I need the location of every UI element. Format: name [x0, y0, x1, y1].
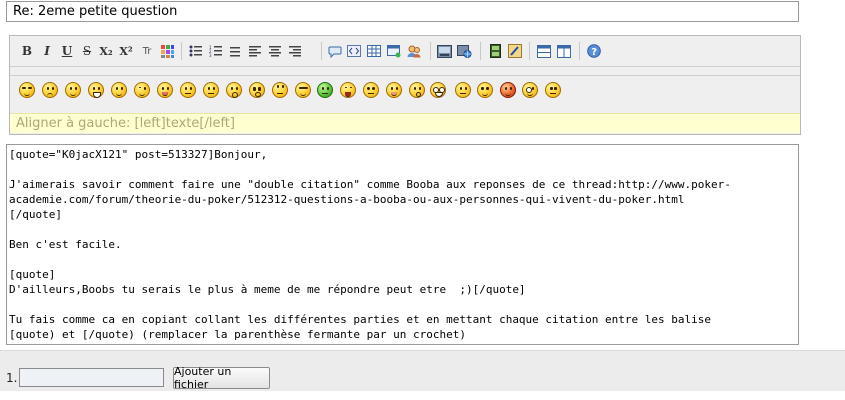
strikethrough-button[interactable]: S	[80, 42, 94, 60]
smiley-devil-icon[interactable]	[500, 82, 516, 98]
formatting-toolbar: B I U S X₂ X² Tr 123 ?	[10, 36, 800, 66]
smiley-bigeyes-icon[interactable]	[430, 82, 446, 98]
smiley-silly-icon[interactable]	[522, 82, 538, 98]
code-icon[interactable]	[347, 42, 361, 60]
users-icon[interactable]	[407, 42, 422, 60]
toolbar-separator	[579, 42, 580, 60]
attachment-bar: 1. Ajouter un fichier	[0, 350, 845, 391]
table-icon[interactable]	[367, 42, 381, 60]
bullet-list-icon[interactable]	[188, 42, 202, 60]
smiley-sad-icon[interactable]	[42, 82, 58, 98]
smiley-angry-icon[interactable]	[180, 82, 196, 98]
split-vertical-icon[interactable]	[557, 42, 571, 60]
add-file-button[interactable]: Ajouter un fichier	[173, 365, 270, 391]
italic-button[interactable]: I	[40, 42, 54, 60]
hint-bar: Aligner à gauche: [left]texte[/left]	[10, 113, 800, 133]
smiley-grin-icon[interactable]	[88, 82, 104, 98]
align-left-icon[interactable]	[248, 42, 262, 60]
teletype-button[interactable]: Tr	[140, 42, 154, 60]
smiley-blush-icon[interactable]	[386, 82, 402, 98]
bold-button[interactable]: B	[20, 42, 34, 60]
align-center-icon[interactable]	[268, 42, 282, 60]
smiley-wink-icon[interactable]	[134, 82, 150, 98]
flash-icon[interactable]	[508, 42, 522, 60]
video-icon[interactable]	[488, 42, 502, 60]
smiley-laugh-icon[interactable]	[340, 82, 356, 98]
smiley-tongue-icon[interactable]	[157, 82, 173, 98]
toolbar-divider	[10, 66, 800, 67]
smiley-blank-icon[interactable]	[363, 82, 379, 98]
subscript-button[interactable]: X₂	[99, 42, 113, 60]
quote-icon[interactable]	[328, 42, 342, 60]
superscript-button[interactable]: X²	[119, 42, 133, 60]
smiley-cross-eyed-icon[interactable]	[545, 82, 561, 98]
insert-frame-icon[interactable]	[387, 42, 401, 60]
align-right-icon[interactable]	[288, 42, 302, 60]
svg-text:?: ?	[591, 47, 597, 58]
smiley-sick-icon[interactable]	[317, 82, 333, 98]
message-textarea[interactable]: [quote="K0jacX121" post=513327]Bonjour, …	[6, 144, 799, 345]
toolbar-separator	[529, 42, 530, 60]
toolbar-separator	[181, 42, 182, 60]
subject-input[interactable]	[6, 1, 799, 22]
toolbar-separator	[321, 42, 322, 60]
smiley-dizzy-icon[interactable]	[477, 82, 493, 98]
toolbar-separator	[480, 42, 481, 60]
split-horizontal-icon[interactable]	[537, 42, 551, 60]
attachment-index: 1.	[6, 371, 18, 385]
smiley-smile-icon[interactable]	[65, 82, 81, 98]
smiley-confused-icon[interactable]	[203, 82, 219, 98]
smiley-neutral-icon[interactable]	[455, 82, 471, 98]
smiley-oh-icon[interactable]	[409, 82, 425, 98]
color-grid-icon[interactable]	[160, 42, 174, 60]
help-icon[interactable]: ?	[587, 42, 601, 60]
smiley-sunglasses-icon[interactable]	[19, 82, 35, 98]
svg-text:3: 3	[209, 53, 212, 57]
image-icon[interactable]	[437, 42, 452, 60]
smiley-cool-icon[interactable]	[295, 82, 311, 98]
editor-toolbar-panel: B I U S X₂ X² Tr 123 ? Aligner à gauche:…	[9, 35, 801, 135]
underline-button[interactable]: U	[60, 42, 74, 60]
smiley-rolleyes-icon[interactable]	[272, 82, 288, 98]
smiley-bar	[10, 76, 800, 112]
smiley-happy-icon[interactable]	[111, 82, 127, 98]
smiley-shocked-icon[interactable]	[249, 82, 265, 98]
web-image-icon[interactable]	[457, 42, 472, 60]
list-item-icon[interactable]	[228, 42, 242, 60]
attachment-file-input[interactable]	[19, 368, 164, 387]
toolbar-separator	[430, 42, 431, 60]
smiley-surprised-icon[interactable]	[226, 82, 242, 98]
numbered-list-icon[interactable]: 123	[208, 42, 222, 60]
